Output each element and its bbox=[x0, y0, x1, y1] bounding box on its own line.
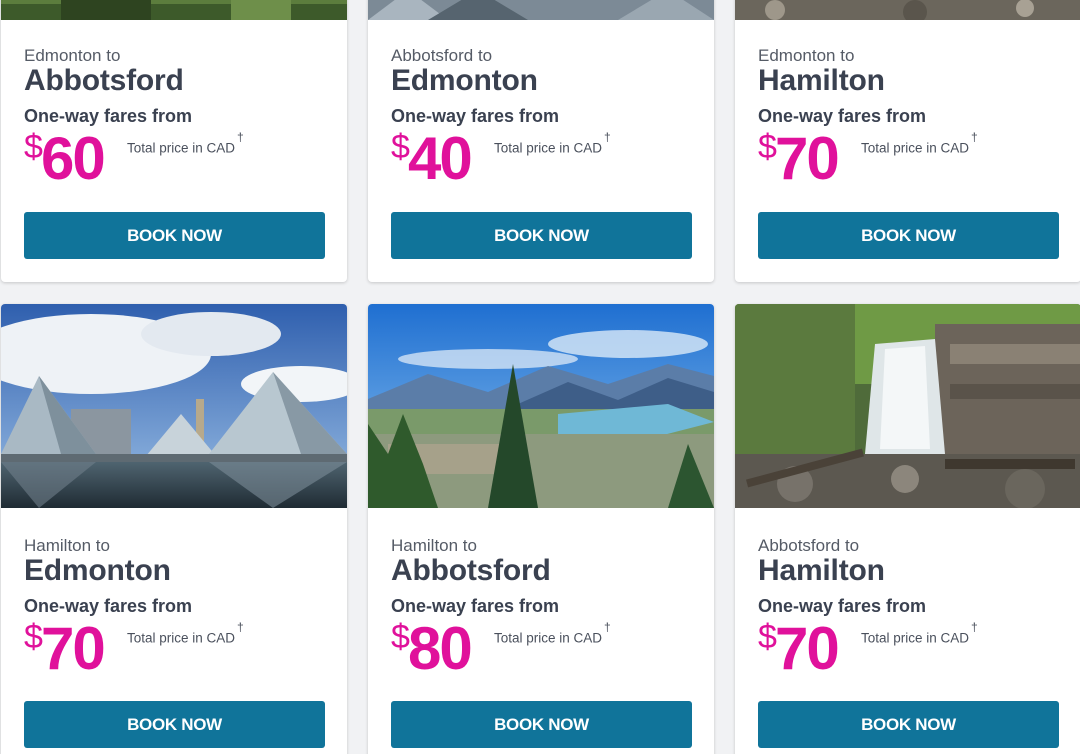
dagger-mark: † bbox=[237, 620, 244, 634]
origin-label: Abbotsford to bbox=[758, 536, 860, 555]
destination-title: Edmonton bbox=[391, 64, 538, 97]
destination-title: Abbotsford bbox=[391, 554, 551, 587]
total-price-label: Total price in CAD bbox=[861, 630, 970, 646]
book-now-button[interactable]: BOOK NOW bbox=[391, 701, 692, 748]
price-amount: 70 bbox=[775, 615, 840, 682]
fare-card: Edmonton to Abbotsford One-way fares fro… bbox=[1, 0, 347, 282]
origin-label: Hamilton to bbox=[24, 536, 110, 555]
book-now-button[interactable]: BOOK NOW bbox=[24, 212, 325, 259]
fare-card: Abbotsford to Edmonton One-way fares fro… bbox=[368, 0, 714, 282]
destination-title: Abbotsford bbox=[24, 64, 184, 97]
price-amount: 80 bbox=[408, 615, 473, 682]
total-price-label: Total price in CAD bbox=[861, 140, 970, 156]
origin-label: Abbotsford to bbox=[391, 46, 493, 65]
total-price-label: Total price in CAD bbox=[127, 140, 236, 156]
dagger-mark: † bbox=[971, 130, 978, 144]
total-price-label: Total price in CAD bbox=[494, 630, 603, 646]
destination-photo bbox=[735, 0, 1080, 20]
destination-photo bbox=[735, 304, 1080, 508]
destination-photo bbox=[368, 0, 714, 20]
fare-card: Abbotsford to Hamilton One-way fares fro… bbox=[735, 304, 1080, 754]
total-price-note: Total price in CAD† bbox=[861, 130, 978, 156]
dagger-mark: † bbox=[237, 130, 244, 144]
destination-photo bbox=[1, 304, 347, 508]
destination-photo bbox=[368, 304, 714, 508]
destination-photo bbox=[1, 0, 347, 20]
price-amount: 70 bbox=[41, 615, 106, 682]
price-amount: 40 bbox=[408, 125, 473, 192]
destination-title: Hamilton bbox=[758, 554, 885, 587]
fare-card: Edmonton to Hamilton One-way fares from … bbox=[735, 0, 1080, 282]
total-price-label: Total price in CAD bbox=[494, 140, 603, 156]
dagger-mark: † bbox=[971, 620, 978, 634]
origin-label: Edmonton to bbox=[24, 46, 121, 65]
dagger-mark: † bbox=[604, 130, 611, 144]
total-price-label: Total price in CAD bbox=[127, 630, 236, 646]
total-price-note: Total price in CAD† bbox=[127, 130, 244, 156]
origin-label: Edmonton to bbox=[758, 46, 855, 65]
book-now-button[interactable]: BOOK NOW bbox=[391, 212, 692, 259]
total-price-note: Total price in CAD† bbox=[494, 130, 611, 156]
book-now-button[interactable]: BOOK NOW bbox=[24, 701, 325, 748]
total-price-note: Total price in CAD† bbox=[494, 620, 611, 646]
book-now-button[interactable]: BOOK NOW bbox=[758, 701, 1059, 748]
total-price-note: Total price in CAD† bbox=[127, 620, 244, 646]
fare-card: Hamilton to Abbotsford One-way fares fro… bbox=[368, 304, 714, 754]
fare-cards-grid: Edmonton to Abbotsford One-way fares fro… bbox=[0, 0, 1080, 754]
dagger-mark: † bbox=[604, 620, 611, 634]
price-amount: 60 bbox=[41, 125, 106, 192]
destination-title: Hamilton bbox=[758, 64, 885, 97]
price-amount: 70 bbox=[775, 125, 840, 192]
total-price-note: Total price in CAD† bbox=[861, 620, 978, 646]
origin-label: Hamilton to bbox=[391, 536, 477, 555]
destination-title: Edmonton bbox=[24, 554, 171, 587]
fare-card: Hamilton to Edmonton One-way fares from … bbox=[1, 304, 347, 754]
book-now-button[interactable]: BOOK NOW bbox=[758, 212, 1059, 259]
